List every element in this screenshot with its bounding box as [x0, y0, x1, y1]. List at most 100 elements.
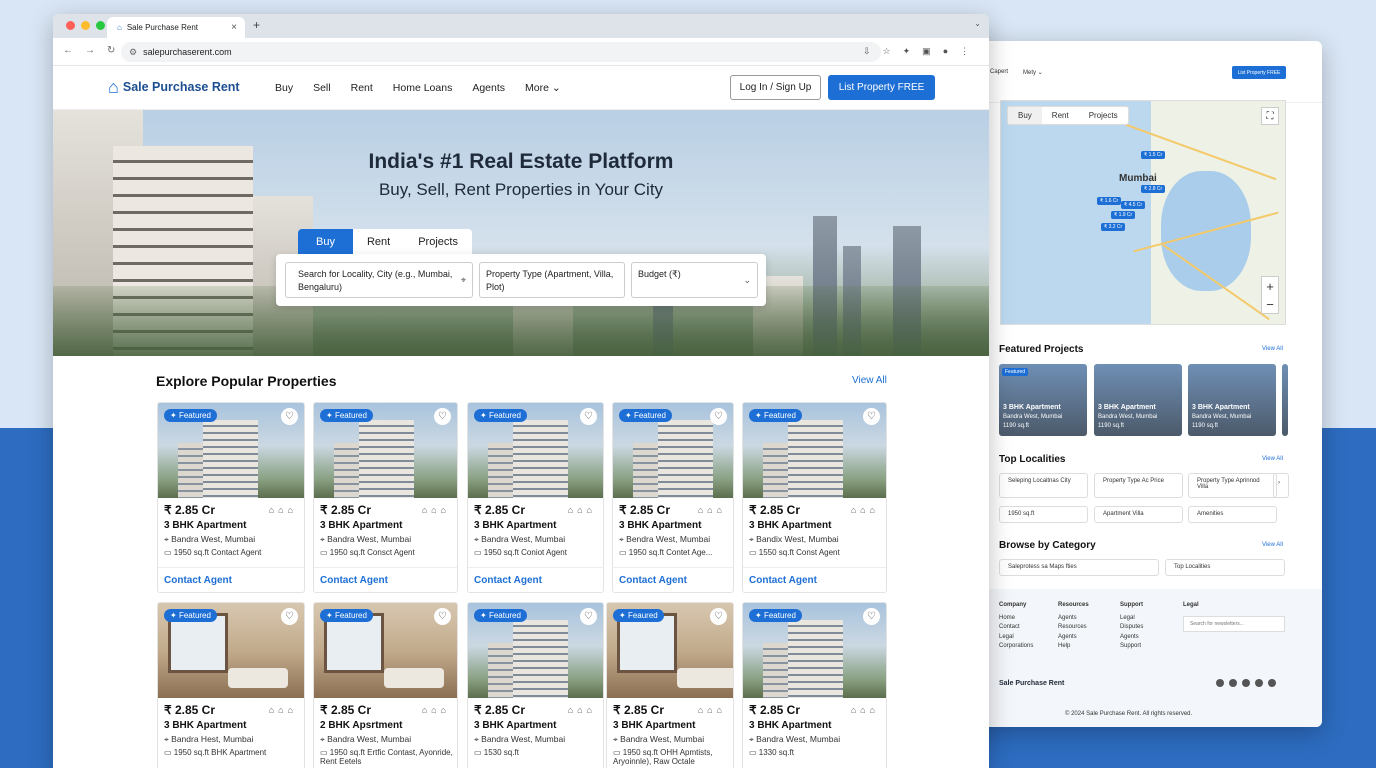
- project-card[interactable]: 3 BHK Apartment Bandra West, Mumbai 1190…: [1188, 364, 1276, 436]
- locality-search-input[interactable]: Search for Locality, City (e.g., Mumbai,…: [285, 262, 473, 298]
- map-price-pin[interactable]: ₹ 3.2 Cr: [1101, 223, 1126, 231]
- footer-link[interactable]: Help: [1058, 642, 1089, 652]
- close-tab-icon[interactable]: ×: [231, 22, 237, 33]
- category-chip[interactable]: Saleprotess sa Maps fties: [999, 559, 1159, 576]
- browser-tab[interactable]: ⌂ Sale Purchase Rent ×: [107, 17, 245, 38]
- property-card[interactable]: ✦ Featured ♡ ₹ 2.85 Cr ⌂⌂⌂ 3 BHK Apartment ⌖ …: [742, 602, 887, 768]
- favorite-heart-icon[interactable]: ♡: [863, 408, 880, 425]
- property-type-select[interactable]: Property Type (Apartment, Villa, Plot): [479, 262, 625, 298]
- favorite-heart-icon[interactable]: ♡: [434, 608, 451, 625]
- favorite-heart-icon[interactable]: ♡: [580, 608, 597, 625]
- contact-agent-button[interactable]: Contact Agent: [613, 567, 733, 592]
- property-image[interactable]: ✦ Featured ♡: [158, 603, 304, 698]
- instagram-icon[interactable]: [1229, 679, 1237, 687]
- project-card[interactable]: Featured 3 BHK Apartment Bandra West, Mu…: [999, 364, 1087, 436]
- property-card[interactable]: ✦ Featured ♡ ₹ 2.85 Cr ⌂⌂⌂ 3 BHK Apartment ⌖ …: [742, 402, 887, 593]
- footer-link[interactable]: Contact: [999, 623, 1033, 633]
- footer-link[interactable]: Disputes: [1120, 623, 1143, 633]
- budget-select[interactable]: Budget (₹) ⌄: [631, 262, 758, 298]
- chevron-right-icon[interactable]: ›: [1273, 473, 1289, 498]
- favorite-heart-icon[interactable]: ♡: [434, 408, 451, 425]
- contact-agent-button[interactable]: Contact Agent: [158, 567, 304, 592]
- search-tab-projects[interactable]: Projects: [404, 229, 472, 255]
- nav-home-loans[interactable]: Home Loans: [393, 82, 453, 94]
- fullscreen-icon[interactable]: ⛶: [1261, 107, 1279, 125]
- property-card[interactable]: ✦ Featured ♡ ₹ 2.85 Cr ⌂⌂⌂ 3 BHK Apartment ⌖ …: [467, 602, 604, 768]
- search-tab-buy[interactable]: Buy: [298, 229, 353, 255]
- install-icon[interactable]: ⇩: [863, 46, 871, 57]
- zoom-out-icon[interactable]: −: [1262, 295, 1278, 313]
- login-signup-button[interactable]: Log In / Sign Up: [730, 75, 821, 100]
- map-tab-buy[interactable]: Buy: [1008, 107, 1042, 124]
- view-all-link[interactable]: View All: [1262, 346, 1283, 352]
- category-chip[interactable]: Top Localities: [1165, 559, 1285, 576]
- footer-link[interactable]: Agents: [1058, 614, 1089, 624]
- zoom-in-icon[interactable]: +: [1262, 277, 1278, 295]
- map-price-pin[interactable]: ₹ 4.5 Cr: [1121, 201, 1146, 209]
- map-price-pin[interactable]: ₹ 1.9 Cr: [1111, 211, 1136, 219]
- property-card[interactable]: ✦ Featured ♡ ₹ 2.85 Cr ⌂⌂⌂ 3 BHK Apartment ⌖ …: [467, 402, 604, 593]
- map-price-pin[interactable]: ₹ 1.6 Cr: [1097, 197, 1122, 205]
- url-field[interactable]: ⚙ salepurchaserent.com: [121, 42, 881, 62]
- nav-sell[interactable]: Sell: [313, 82, 331, 94]
- nav-buy[interactable]: Buy: [275, 82, 293, 94]
- reload-icon[interactable]: ↻: [107, 45, 115, 56]
- view-all-link[interactable]: View All: [852, 375, 887, 386]
- sidebar-icon[interactable]: ▣: [922, 46, 931, 57]
- locality-chip[interactable]: Property Type Aprinnod Villa: [1188, 473, 1277, 498]
- locality-chip[interactable]: 1950 sq.ft: [999, 506, 1088, 523]
- footer-link[interactable]: Support: [1120, 642, 1143, 652]
- facebook-icon[interactable]: [1216, 679, 1224, 687]
- favorite-heart-icon[interactable]: ♡: [710, 608, 727, 625]
- property-card[interactable]: ✦ Featured ♡ ₹ 2.85 Cr ⌂⌂⌂ 3 BHK Apartment ⌖ …: [157, 602, 305, 768]
- map-tab-projects[interactable]: Projects: [1079, 107, 1128, 124]
- secondary-link[interactable]: Capert: [990, 69, 1008, 75]
- profile-avatar-icon[interactable]: ●: [943, 46, 948, 57]
- property-image[interactable]: ✦ Featured ♡: [314, 403, 457, 498]
- nav-rent[interactable]: Rent: [351, 82, 373, 94]
- locality-chip[interactable]: Amenities: [1188, 506, 1277, 523]
- minimize-window-icon[interactable]: [81, 21, 90, 30]
- forward-icon[interactable]: →: [85, 45, 95, 56]
- footer-link[interactable]: Agents: [1058, 633, 1089, 643]
- site-logo[interactable]: ⌂ Sale Purchase Rent: [108, 78, 240, 96]
- footer-link[interactable]: Legal: [999, 633, 1033, 643]
- newsletter-input[interactable]: Search for newsletters...: [1183, 616, 1285, 632]
- project-card[interactable]: 3 BHK Apartment Bandra West, Mumbai 1190…: [1094, 364, 1182, 436]
- property-image[interactable]: ✦ Featured ♡: [743, 603, 886, 698]
- locality-chip[interactable]: Property Type Ac Price: [1094, 473, 1183, 498]
- secondary-link[interactable]: Mety ⌄: [1023, 69, 1043, 76]
- list-property-button[interactable]: List Property FREE: [828, 75, 935, 100]
- property-image[interactable]: ✦ Featured ♡: [158, 403, 304, 498]
- twitter-icon[interactable]: [1242, 679, 1250, 687]
- property-card[interactable]: ✦ Featured ♡ ₹ 2.85 Cr ⌂⌂⌂ 3 BHK Apartment ⌖ …: [313, 402, 458, 593]
- maximize-window-icon[interactable]: [96, 21, 105, 30]
- footer-link[interactable]: Home: [999, 614, 1033, 624]
- property-image[interactable]: ✦ Featured ♡: [743, 403, 886, 498]
- footer-link[interactable]: Agents: [1120, 633, 1143, 643]
- footer-link[interactable]: Legal: [1120, 614, 1143, 624]
- map-tab-rent[interactable]: Rent: [1042, 107, 1079, 124]
- contact-agent-button[interactable]: Contact Agent: [468, 567, 603, 592]
- contact-agent-button[interactable]: Contact Agent: [743, 567, 886, 592]
- nav-more[interactable]: More ⌄: [525, 82, 561, 94]
- property-card[interactable]: ✦ Feaured ♡ ₹ 2.85 Cr ⌂⌂⌂ 3 BHK Apartment ⌖ B…: [606, 602, 734, 768]
- favorite-heart-icon[interactable]: ♡: [580, 408, 597, 425]
- extensions-icon[interactable]: ✦: [903, 46, 911, 57]
- bookmark-star-icon[interactable]: ☆: [883, 46, 891, 57]
- youtube-icon[interactable]: [1255, 679, 1263, 687]
- property-card[interactable]: ✦ Featured ♡ ₹ 2.85 Cr ⌂⌂⌂ 3 BHK Apartment ⌖ …: [157, 402, 305, 593]
- favorite-heart-icon[interactable]: ♡: [710, 408, 727, 425]
- property-map[interactable]: Buy Rent Projects ⛶ Mumbai ₹ 1.5 Cr ₹ 2.…: [1000, 100, 1286, 325]
- favorite-heart-icon[interactable]: ♡: [863, 608, 880, 625]
- new-tab-icon[interactable]: +: [253, 18, 260, 32]
- favorite-heart-icon[interactable]: ♡: [281, 408, 298, 425]
- secondary-list-button[interactable]: List Property FREE: [1232, 66, 1286, 79]
- back-icon[interactable]: ←: [63, 45, 73, 56]
- map-price-pin[interactable]: ₹ 1.5 Cr: [1141, 151, 1166, 159]
- linkedin-icon[interactable]: [1268, 679, 1276, 687]
- tab-list-icon[interactable]: ⌄: [974, 19, 981, 28]
- contact-agent-button[interactable]: Contact Agent: [314, 567, 457, 592]
- property-image[interactable]: ✦ Featured ♡: [468, 603, 603, 698]
- footer-link[interactable]: Resources: [1058, 623, 1089, 633]
